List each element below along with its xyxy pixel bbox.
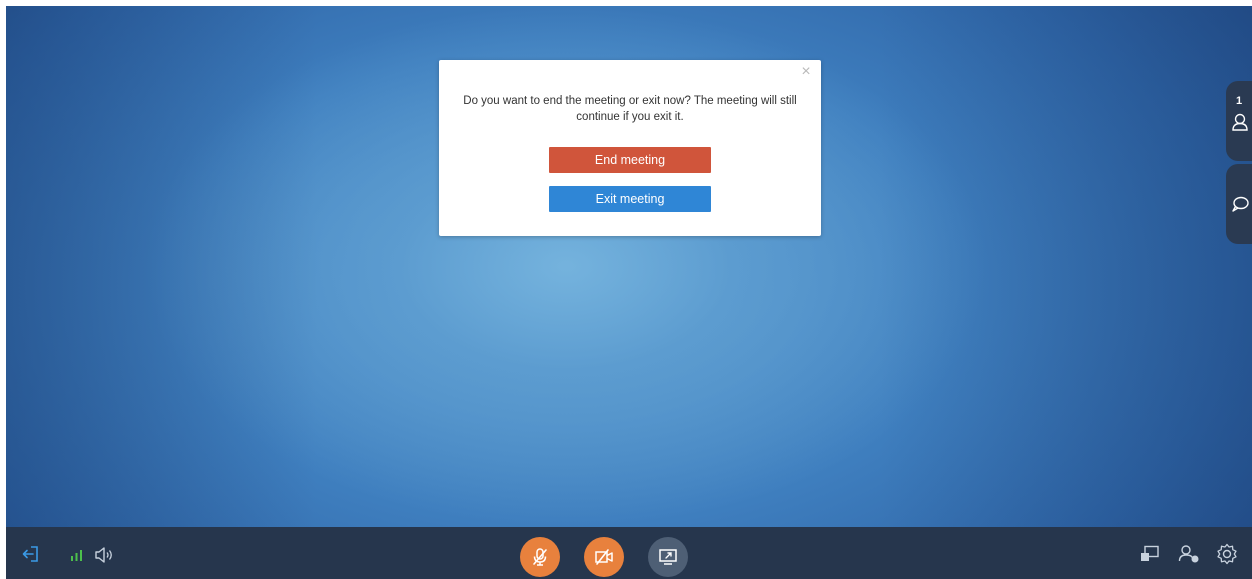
chat-bubble-icon <box>1232 196 1249 212</box>
end-meeting-button[interactable]: End meeting <box>549 147 711 173</box>
close-icon[interactable]: × <box>799 64 813 80</box>
participants-tab[interactable]: 1 <box>1226 81 1252 161</box>
meeting-toolbar <box>6 527 1252 579</box>
video-off-icon <box>595 549 613 565</box>
meeting-stage: × Do you want to end the meeting or exit… <box>6 6 1252 579</box>
participants-count: 1 <box>1235 95 1243 107</box>
person-icon <box>1232 113 1248 131</box>
dialog-message: Do you want to end the meeting or exit n… <box>463 95 797 123</box>
mute-button[interactable] <box>520 537 560 577</box>
exit-meeting-button[interactable]: Exit meeting <box>549 186 711 212</box>
mic-muted-icon <box>533 548 547 566</box>
participants-manage-icon[interactable] <box>1178 544 1200 564</box>
screen-share-icon <box>659 549 677 565</box>
exit-icon[interactable] <box>22 545 40 563</box>
layout-icon[interactable] <box>1140 545 1160 563</box>
share-screen-button[interactable] <box>648 537 688 577</box>
video-button[interactable] <box>584 537 624 577</box>
settings-icon[interactable] <box>1216 543 1238 565</box>
end-meeting-dialog: × Do you want to end the meeting or exit… <box>439 60 821 236</box>
chat-tab[interactable] <box>1226 164 1252 244</box>
signal-strength-icon <box>71 550 82 561</box>
speaker-icon[interactable] <box>94 546 114 564</box>
